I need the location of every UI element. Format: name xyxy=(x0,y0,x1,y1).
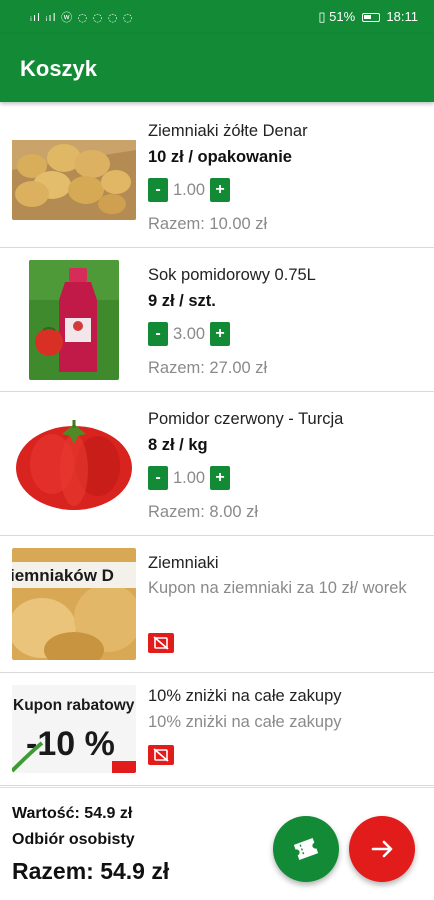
cart-item[interactable]: Ziemniaki żółte Denar 10 zł / opakowanie… xyxy=(0,104,434,248)
coupon-item[interactable]: iemniaków D Ziemniaki Kupon na ziemniaki… xyxy=(0,536,434,673)
coupon-image-text-top: Kupon rabatowy xyxy=(13,697,135,714)
page-title: Koszyk xyxy=(20,56,98,81)
product-image xyxy=(29,260,119,380)
coupon-name: 10% zniżki na całe zakupy xyxy=(148,687,342,705)
product-name: Ziemniaki żółte Denar xyxy=(148,122,308,140)
item-total: Razem: 27.00 zł xyxy=(148,359,268,377)
product-name: Sok pomidorowy 0.75L xyxy=(148,266,316,284)
product-name: Pomidor czerwony - Turcja xyxy=(148,410,344,428)
coupon-description: 10% zniżki na całe zakupy xyxy=(148,713,342,731)
remove-coupon-button[interactable] xyxy=(148,633,174,653)
add-coupon-button[interactable] xyxy=(273,816,339,882)
status-bar: ᵢıl ᵢıl ⓦ ◌ ◌ ◌ ◌ ▯ 51% 18:11 xyxy=(0,0,434,34)
ticket-icon xyxy=(293,838,319,860)
remove-ticket-icon xyxy=(153,636,169,650)
battery-icon xyxy=(361,13,380,23)
checkout-button[interactable] xyxy=(349,816,415,882)
coupon-description: Kupon na ziemniaki za 10 zł/ worek xyxy=(148,579,407,597)
cart-list[interactable]: Ziemniaki żółte Denar 10 zł / opakowanie… xyxy=(0,104,434,786)
clock: 18:11 xyxy=(386,9,418,24)
arrow-right-icon xyxy=(371,840,393,858)
quantity-value: 3.00 xyxy=(172,324,206,343)
remove-coupon-button[interactable] xyxy=(148,745,174,765)
decrease-button[interactable]: - xyxy=(148,178,168,202)
battery-percent: 51% xyxy=(329,9,356,24)
coupon-image: iemniaków D xyxy=(12,548,136,660)
product-price: 10 zł / opakowanie xyxy=(148,148,292,166)
decrease-button[interactable]: - xyxy=(148,322,168,346)
item-total: Razem: 8.00 zł xyxy=(148,503,259,521)
vibrate-icon: ▯ xyxy=(318,9,326,24)
coupon-image-text: iemniaków D xyxy=(12,566,114,585)
increase-button[interactable]: + xyxy=(210,322,230,346)
cart-total: Razem: 54.9 zł xyxy=(12,858,170,884)
item-total: Razem: 10.00 zł xyxy=(148,215,268,233)
cart-item[interactable]: Pomidor czerwony - Turcja 8 zł / kg - 1.… xyxy=(0,392,434,536)
increase-button[interactable]: + xyxy=(210,466,230,490)
delivery-method: Odbiór osobisty xyxy=(12,831,135,848)
product-image xyxy=(12,414,136,514)
increase-button[interactable]: + xyxy=(210,178,230,202)
status-icons: ᵢıl ᵢıl ⓦ ◌ ◌ ◌ ◌ xyxy=(30,11,134,24)
quantity-stepper: - 1.00 + xyxy=(148,177,230,203)
quantity-stepper: - 3.00 + xyxy=(148,321,230,347)
product-image xyxy=(12,130,136,220)
product-price: 8 zł / kg xyxy=(148,436,208,454)
cart-item[interactable]: Sok pomidorowy 0.75L 9 zł / szt. - 3.00 … xyxy=(0,248,434,392)
product-price: 9 zł / szt. xyxy=(148,292,216,310)
quantity-value: 1.00 xyxy=(172,468,206,487)
status-right: ▯ 51% 18:11 xyxy=(318,9,418,25)
cart-value: Wartość: 54.9 zł xyxy=(12,805,133,822)
quantity-value: 1.00 xyxy=(172,180,206,199)
cart-summary: Wartość: 54.9 zł Odbiór osobisty Razem: … xyxy=(0,787,434,900)
remove-ticket-icon xyxy=(153,748,169,762)
coupon-item[interactable]: Kupon rabatowy -10 % 10% zniżki na całe … xyxy=(0,673,434,786)
coupon-image: Kupon rabatowy -10 % xyxy=(12,685,136,773)
coupon-name: Ziemniaki xyxy=(148,554,219,572)
app-bar: Koszyk xyxy=(0,34,434,102)
quantity-stepper: - 1.00 + xyxy=(148,465,230,491)
decrease-button[interactable]: - xyxy=(148,466,168,490)
